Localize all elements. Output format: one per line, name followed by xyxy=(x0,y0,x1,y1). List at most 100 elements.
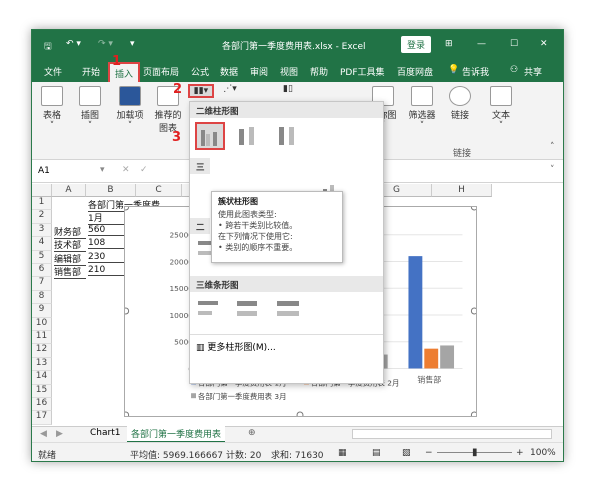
cell-a5[interactable]: 编辑部 xyxy=(54,252,86,266)
row-header[interactable]: 5 xyxy=(32,250,52,264)
ribbon-display-icon[interactable]: ⊞ xyxy=(445,39,453,49)
minimize-button[interactable]: — xyxy=(477,39,486,49)
tab-home[interactable]: 开始 xyxy=(82,65,100,78)
column-header[interactable]: B xyxy=(86,184,136,197)
zoom-thumb[interactable]: ▮ xyxy=(472,447,478,458)
zoom-in-icon[interactable]: + xyxy=(516,448,524,458)
cell-a6[interactable]: 销售部 xyxy=(54,265,86,279)
row-header[interactable]: 14 xyxy=(32,371,52,385)
3d-stacked-bar-option[interactable] xyxy=(234,296,264,324)
sheet-tab-data[interactable]: 各部门第一季度费用表 xyxy=(127,426,226,443)
tab-data[interactable]: 数据 xyxy=(220,65,238,78)
addins-button[interactable]: 加载项 ˅ xyxy=(116,86,144,131)
row-header[interactable]: 11 xyxy=(32,331,52,345)
text-button[interactable]: 文本 ˅ xyxy=(486,86,516,131)
share-button[interactable]: 共享 xyxy=(524,65,542,78)
row-header[interactable]: 4 xyxy=(32,237,52,251)
prev-sheet-icon[interactable]: ◀ xyxy=(40,429,47,439)
sheet-tab-chart1[interactable]: Chart1 xyxy=(86,428,124,438)
name-box-dropdown-icon[interactable]: ▾ xyxy=(100,165,105,175)
line-chart-button[interactable]: ⋰▾ xyxy=(220,84,240,94)
table-button[interactable]: 表格 ˅ xyxy=(38,86,66,131)
clustered-column-option[interactable] xyxy=(195,122,225,150)
group-label-link: 链接 xyxy=(452,149,471,159)
3d-clustered-bar-option[interactable] xyxy=(195,296,225,324)
bar xyxy=(440,345,455,369)
tooltip-line: • 跨若干类别比较值。 xyxy=(218,221,298,230)
column-chart-icon: ▮▮▾ xyxy=(193,86,209,96)
tooltip-line: 使用此图表类型: xyxy=(218,210,277,219)
column-header[interactable]: C xyxy=(136,184,182,197)
column-chart-button[interactable]: ▮▮▾ xyxy=(188,84,214,98)
filter-icon xyxy=(411,86,433,106)
resize-handle xyxy=(125,411,130,416)
status-sum: 求和: 71630 xyxy=(271,451,324,461)
resize-handle xyxy=(470,307,476,315)
enter-icon[interactable]: ✓ xyxy=(140,165,148,175)
status-ready: 就绪 xyxy=(38,451,57,461)
maximize-button[interactable]: ☐ xyxy=(510,39,518,49)
row-header[interactable]: 1 xyxy=(32,197,52,211)
bar xyxy=(424,348,439,369)
collapse-ribbon-icon[interactable]: ˄ xyxy=(550,142,555,152)
chart-type-button[interactable]: ▮▯ xyxy=(278,84,298,94)
resize-handle xyxy=(125,307,130,315)
step-annotation-1: 1 xyxy=(112,54,122,69)
tab-help[interactable]: 帮助 xyxy=(310,65,328,78)
add-sheet-icon[interactable]: ⊕ xyxy=(248,428,256,438)
column-header[interactable]: A xyxy=(52,184,86,197)
percent-stacked-column-option[interactable] xyxy=(274,122,304,150)
next-sheet-icon[interactable]: ▶ xyxy=(56,429,63,439)
sheet-tab-bar: ◀ ▶ Chart1 各部门第一季度费用表 ⊕ xyxy=(32,426,563,443)
row-header[interactable]: 15 xyxy=(32,384,52,398)
illustrations-button[interactable]: 插图 ˅ xyxy=(76,86,104,131)
row-header[interactable]: 3 xyxy=(32,223,52,238)
zoom-out-icon[interactable]: − xyxy=(425,448,433,458)
column-header[interactable]: H xyxy=(432,184,492,197)
stacked-column-option[interactable] xyxy=(234,122,264,150)
row-header[interactable]: 9 xyxy=(32,304,52,318)
cell-a4[interactable]: 技术部 xyxy=(54,238,86,253)
cell-a3[interactable]: 财务部 xyxy=(54,225,86,239)
tab-pdf[interactable]: PDF工具集 xyxy=(340,65,385,78)
tab-view[interactable]: 视图 xyxy=(280,65,298,78)
login-button[interactable]: 登录 xyxy=(401,36,432,53)
row-header[interactable]: 2 xyxy=(32,210,52,224)
name-box[interactable]: A1 xyxy=(38,166,50,176)
tab-formulas[interactable]: 公式 xyxy=(191,65,209,78)
window-title: 各部门第一季度费用表.xlsx - Excel xyxy=(222,42,366,52)
row-header[interactable]: 12 xyxy=(32,344,52,358)
row-header[interactable]: 8 xyxy=(32,290,52,305)
qat-dropdown-icon[interactable]: ▾ xyxy=(130,39,135,49)
undo-icon[interactable]: ↶ ▾ xyxy=(66,39,81,49)
row-header[interactable]: 17 xyxy=(32,411,52,425)
row-header[interactable]: 13 xyxy=(32,357,52,372)
tell-me-search[interactable]: 告诉我 xyxy=(462,65,489,78)
addins-icon xyxy=(119,86,141,106)
tab-file[interactable]: 文件 xyxy=(44,65,62,78)
select-all-corner[interactable] xyxy=(32,184,52,197)
more-column-charts[interactable]: ▥ 更多柱形图(M)... xyxy=(196,340,276,353)
row-header[interactable]: 6 xyxy=(32,264,52,278)
normal-view-icon[interactable]: ▦ xyxy=(338,448,347,458)
3d-percent-bar-option[interactable] xyxy=(274,296,304,324)
save-icon[interactable]: 🖫 xyxy=(44,39,52,55)
row-header[interactable]: 16 xyxy=(32,398,52,412)
page-break-view-icon[interactable]: ▧ xyxy=(402,448,411,458)
filters-button[interactable]: 筛选器 ˅ xyxy=(404,86,440,131)
cancel-icon[interactable]: ✕ xyxy=(122,165,130,175)
expand-formula-icon[interactable]: ˅ xyxy=(550,165,555,175)
tab-page-layout[interactable]: 页面布局 xyxy=(143,65,179,78)
row-header[interactable]: 10 xyxy=(32,317,52,331)
section-3d-bar: 三维条形图 xyxy=(190,276,383,292)
horizontal-scrollbar[interactable] xyxy=(352,429,552,439)
redo-icon[interactable]: ↷ ▾ xyxy=(98,39,113,49)
link-button[interactable]: 链接 xyxy=(448,86,472,121)
close-button[interactable]: ✕ xyxy=(540,39,548,49)
tab-review[interactable]: 审阅 xyxy=(250,65,268,78)
resize-handle xyxy=(125,207,130,211)
row-header[interactable]: 7 xyxy=(32,277,52,291)
x-tick-label: 销售部 xyxy=(417,374,441,384)
page-layout-view-icon[interactable]: ▤ xyxy=(372,448,381,458)
tab-baidu[interactable]: 百度网盘 xyxy=(397,65,433,78)
